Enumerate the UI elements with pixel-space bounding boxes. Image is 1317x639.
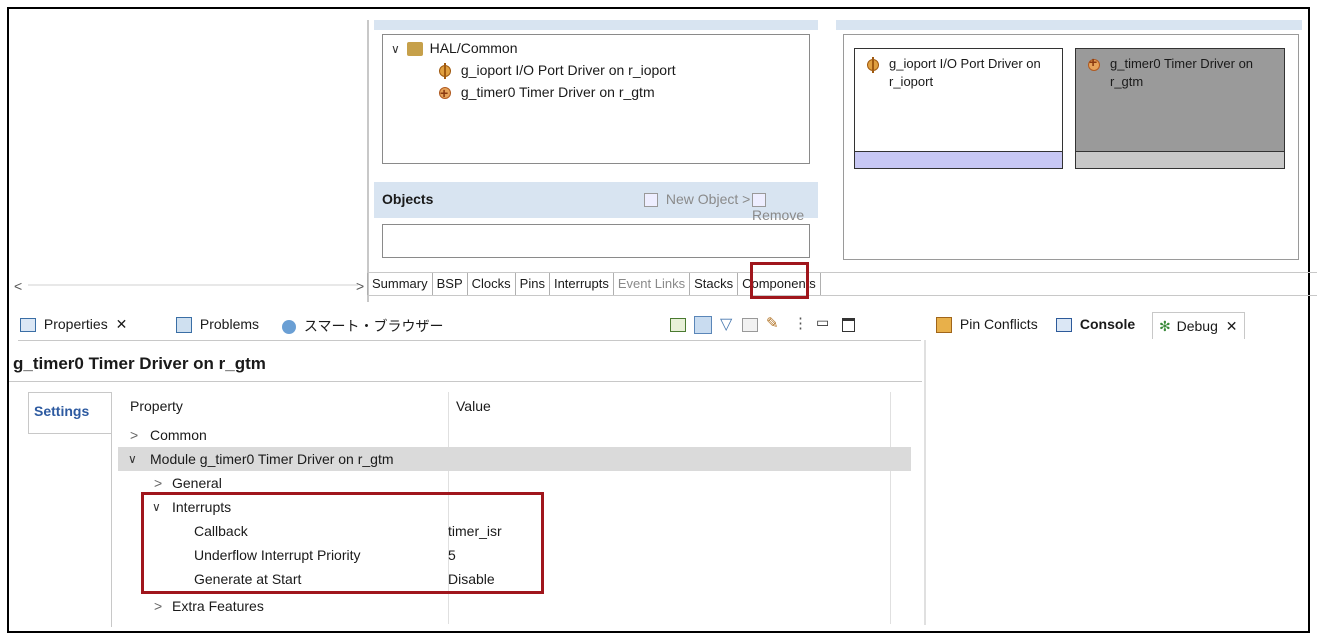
tab-clocks[interactable]: Clocks bbox=[468, 273, 516, 295]
close-icon[interactable]: ✕ bbox=[116, 316, 128, 332]
scroll-right-arrow[interactable]: > bbox=[356, 278, 364, 294]
new-object-button[interactable]: New Object > bbox=[644, 191, 750, 208]
stack-block-footer bbox=[1076, 151, 1284, 168]
maximize-icon[interactable] bbox=[842, 318, 855, 332]
new-window-icon[interactable] bbox=[670, 318, 686, 332]
column-header-property[interactable]: Property bbox=[130, 398, 183, 414]
categories-icon[interactable] bbox=[694, 316, 712, 334]
bottom-left-tab-bar: Properties ✕ Problems スマート・ブラウザー ▽ ✎ ⋮ ▭ bbox=[20, 310, 920, 340]
debug-bug-icon: ✻ bbox=[1159, 318, 1171, 334]
horizontal-scrollbar[interactable] bbox=[28, 284, 358, 286]
console-icon bbox=[1056, 318, 1072, 333]
bottom-panel-divider bbox=[18, 340, 921, 341]
remove-button[interactable]: Remove bbox=[752, 191, 818, 223]
new-object-icon bbox=[644, 193, 658, 208]
stack-tree-box: ∨ HAL/Common g_ioport I/O Port Driver on… bbox=[382, 34, 810, 164]
stacks-tab-highlight bbox=[750, 262, 809, 299]
row-label: Common bbox=[150, 427, 207, 443]
interrupts-highlight bbox=[141, 492, 544, 594]
plug-icon bbox=[865, 57, 881, 73]
plug-icon bbox=[437, 63, 453, 80]
tree-group-row[interactable]: ∨ HAL/Common bbox=[391, 37, 518, 59]
properties-title-bar: g_timer0 Timer Driver on r_gtm bbox=[9, 348, 922, 382]
tree-item-label: g_timer0 Timer Driver on r_gtm bbox=[460, 84, 655, 100]
table-row[interactable]: ∨ Module g_timer0 Timer Driver on r_gtm bbox=[118, 447, 911, 471]
properties-title: g_timer0 Timer Driver on r_gtm bbox=[13, 354, 266, 373]
tree-item-timer[interactable]: g_timer0 Timer Driver on r_gtm bbox=[437, 81, 655, 104]
config-tab-bar: Summary BSP Clocks Pins Interrupts Event Link… bbox=[367, 272, 1317, 296]
stack-block-label: g_timer0 Timer Driver on r_gtm bbox=[1110, 56, 1254, 89]
tree-item-ioport[interactable]: g_ioport I/O Port Driver on r_ioport bbox=[437, 59, 676, 81]
left-gutter-divider bbox=[367, 20, 369, 302]
smart-browser-icon bbox=[282, 320, 296, 335]
tab-summary[interactable]: Summary bbox=[367, 273, 433, 295]
view-menu-icon[interactable]: ⋮ bbox=[793, 314, 808, 332]
stack-block-label: g_ioport I/O Port Driver on r_ioport bbox=[889, 56, 1041, 89]
bottom-right-tab-bar: Pin Conflicts Console ✻ Debug ✕ bbox=[930, 310, 1310, 340]
right-panel-separator bbox=[924, 340, 926, 625]
settings-side-tab[interactable]: Settings bbox=[28, 392, 112, 627]
stack-header-strip bbox=[374, 20, 818, 30]
timer-icon bbox=[437, 82, 453, 104]
objects-header: Objects New Object > Remove bbox=[374, 182, 818, 223]
row-label: Module g_timer0 Timer Driver on r_gtm bbox=[150, 451, 394, 467]
settings-tab-label: Settings bbox=[34, 403, 90, 419]
tab-debug[interactable]: ✻ Debug ✕ bbox=[1152, 312, 1245, 339]
close-icon[interactable]: ✕ bbox=[1226, 318, 1238, 334]
scroll-left-arrow[interactable]: < bbox=[14, 278, 22, 294]
tab-stacks[interactable]: Stacks bbox=[690, 273, 739, 295]
chevron-down-icon[interactable]: ∨ bbox=[391, 42, 400, 56]
problems-icon bbox=[176, 317, 192, 334]
tab-bsp[interactable]: BSP bbox=[433, 273, 468, 295]
minimize-icon[interactable]: ▭ bbox=[816, 314, 829, 331]
tab-console[interactable]: Console bbox=[1056, 316, 1135, 333]
tab-pins[interactable]: Pins bbox=[516, 273, 550, 295]
objects-title: Objects bbox=[382, 191, 434, 207]
tab-pin-conflicts[interactable]: Pin Conflicts bbox=[936, 316, 1038, 334]
properties-icon bbox=[20, 318, 36, 333]
tab-interrupts[interactable]: Interrupts bbox=[550, 273, 614, 295]
row-label: Extra Features bbox=[172, 598, 264, 614]
table-row[interactable]: > Common bbox=[118, 423, 911, 447]
table-row[interactable]: > Extra Features bbox=[118, 594, 911, 618]
filter-icon[interactable]: ▽ bbox=[720, 314, 732, 334]
column-header-value[interactable]: Value bbox=[456, 398, 491, 414]
stack-block-ioport[interactable]: g_ioport I/O Port Driver on r_ioport bbox=[854, 48, 1063, 169]
pin-conflicts-icon bbox=[936, 317, 952, 334]
tab-event-links[interactable]: Event Links bbox=[614, 273, 691, 295]
timer-icon bbox=[1086, 54, 1102, 73]
tab-problems[interactable]: Problems bbox=[176, 316, 259, 334]
tab-properties[interactable]: Properties ✕ bbox=[20, 316, 127, 333]
tree-group-label: HAL/Common bbox=[429, 40, 518, 56]
remove-icon bbox=[752, 193, 766, 208]
objects-list[interactable] bbox=[382, 224, 810, 258]
tree-item-label: g_ioport I/O Port Driver on r_ioport bbox=[460, 62, 676, 78]
chevron-down-icon[interactable]: ∨ bbox=[128, 447, 137, 471]
stack-diagram-header bbox=[836, 20, 1302, 30]
chevron-right-icon[interactable]: > bbox=[154, 594, 162, 618]
stack-block-timer[interactable]: g_timer0 Timer Driver on r_gtm bbox=[1075, 48, 1285, 169]
tab-smart-browser[interactable]: スマート・ブラウザー bbox=[282, 316, 443, 336]
advanced-icon[interactable] bbox=[742, 318, 758, 332]
hal-common-icon bbox=[406, 42, 423, 57]
chevron-right-icon[interactable]: > bbox=[130, 423, 138, 447]
pin-icon[interactable]: ✎ bbox=[766, 314, 779, 332]
stack-block-footer bbox=[855, 151, 1062, 168]
